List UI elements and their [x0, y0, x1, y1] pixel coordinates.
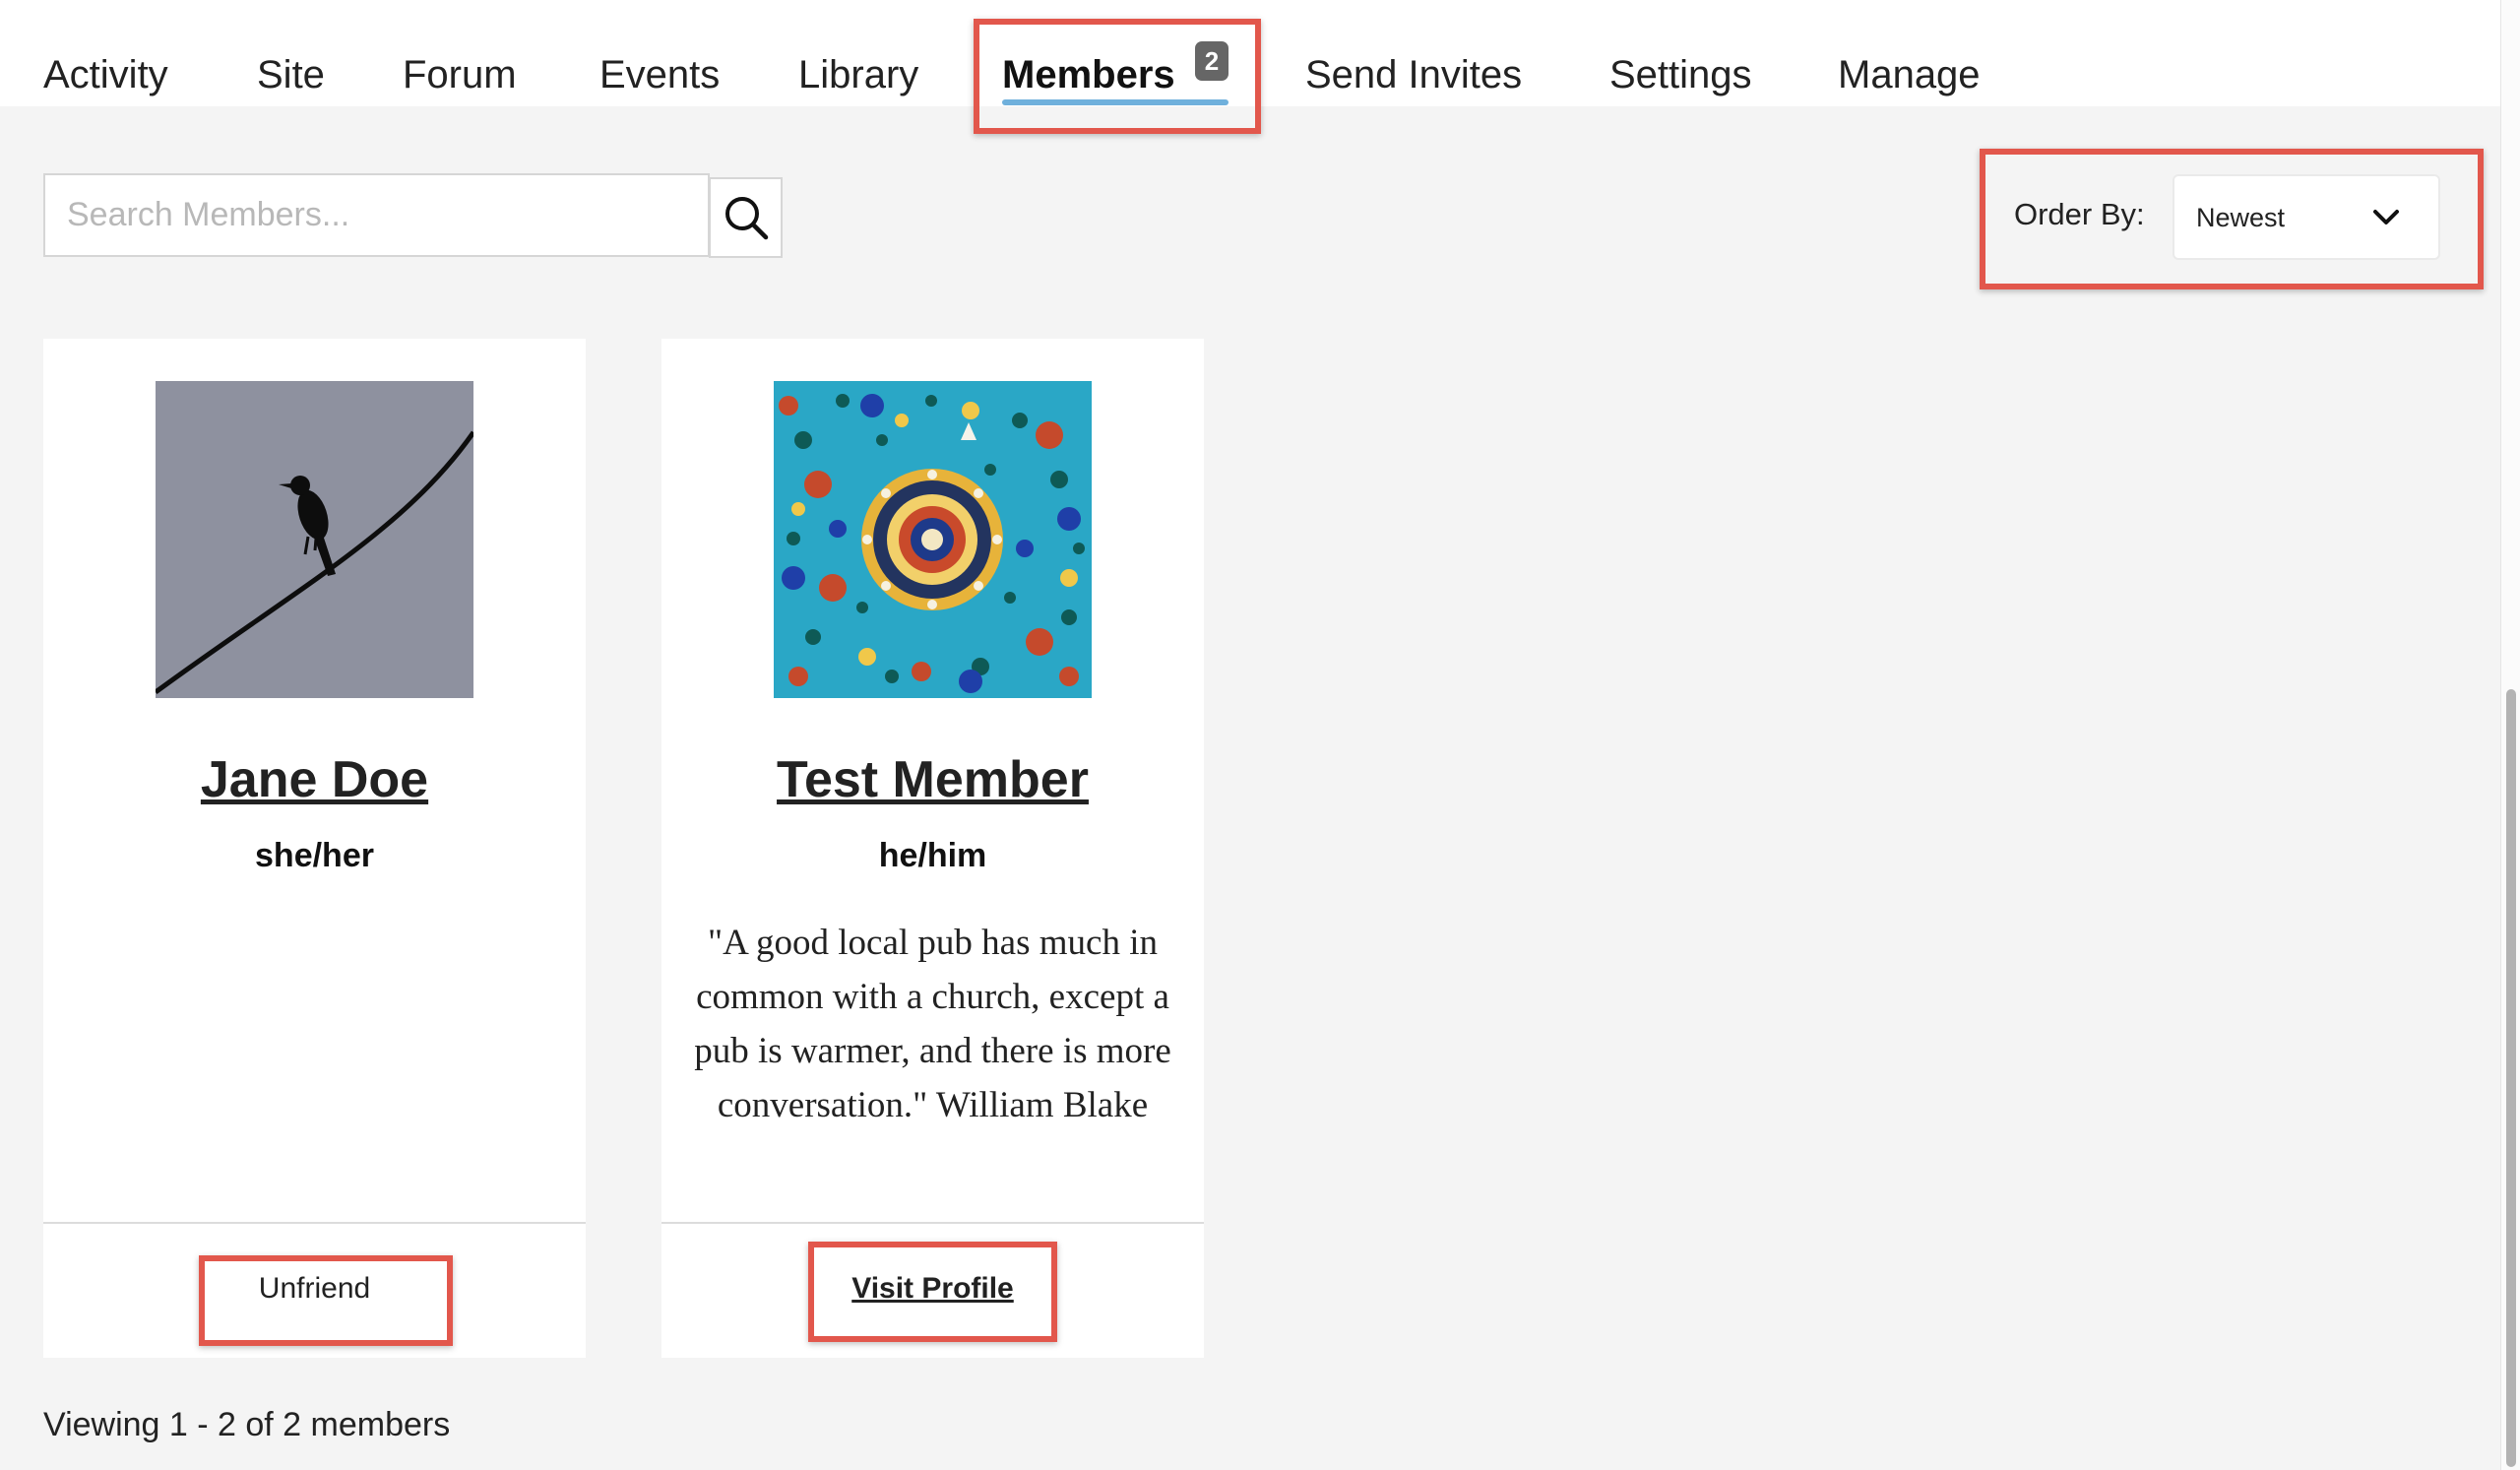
- active-tab-underline: [1002, 99, 1228, 105]
- member-avatar-mosaic[interactable]: [774, 381, 1092, 698]
- order-by-select[interactable]: Newest: [2173, 174, 2440, 260]
- card-divider: [662, 1222, 1204, 1224]
- member-pronouns: he/him: [878, 837, 987, 874]
- members-page: Activity Site Forum Events Library Membe…: [0, 0, 2520, 1470]
- tab-library[interactable]: Library: [798, 43, 918, 106]
- unfriend-button[interactable]: Unfriend: [43, 1272, 586, 1306]
- members-count-badge: 2: [1195, 41, 1228, 81]
- mosaic-tile-image: [774, 381, 1092, 698]
- member-card: Test Member he/him "A good local pub has…: [662, 339, 1204, 1358]
- group-nav-tabs: Activity Site Forum Events Library Membe…: [0, 0, 2500, 106]
- bird-on-wire-image: [156, 381, 473, 698]
- tab-members[interactable]: Members: [1002, 43, 1175, 106]
- search-button[interactable]: [709, 177, 783, 258]
- order-by-label: Order By:: [2014, 197, 2145, 231]
- tab-activity[interactable]: Activity: [43, 43, 168, 106]
- tab-manage[interactable]: Manage: [1838, 43, 1981, 106]
- member-bio-quote: "A good local pub has much in common wit…: [694, 923, 1171, 1125]
- members-count-text: Viewing 1 - 2 of 2 members: [43, 1406, 451, 1443]
- tab-events[interactable]: Events: [599, 43, 720, 106]
- tab-settings[interactable]: Settings: [1609, 43, 1752, 106]
- member-name-link[interactable]: Jane Doe: [43, 750, 586, 809]
- chevron-down-icon: [2373, 210, 2399, 224]
- search-icon: [724, 197, 768, 240]
- member-name-link[interactable]: Test Member: [662, 750, 1204, 809]
- scrollbar-thumb[interactable]: [2506, 689, 2516, 1467]
- order-by-selected-value: Newest: [2196, 203, 2286, 232]
- visit-profile-link[interactable]: Visit Profile: [662, 1272, 1204, 1306]
- member-avatar-bird[interactable]: [156, 381, 473, 698]
- tab-site[interactable]: Site: [257, 43, 325, 106]
- member-card: Jane Doe she/her Unfriend: [43, 339, 586, 1358]
- member-pronouns: she/her: [255, 837, 374, 874]
- card-divider: [43, 1222, 586, 1224]
- tab-forum[interactable]: Forum: [403, 43, 517, 106]
- tab-send-invites[interactable]: Send Invites: [1305, 43, 1522, 106]
- search-members-input[interactable]: [43, 173, 710, 257]
